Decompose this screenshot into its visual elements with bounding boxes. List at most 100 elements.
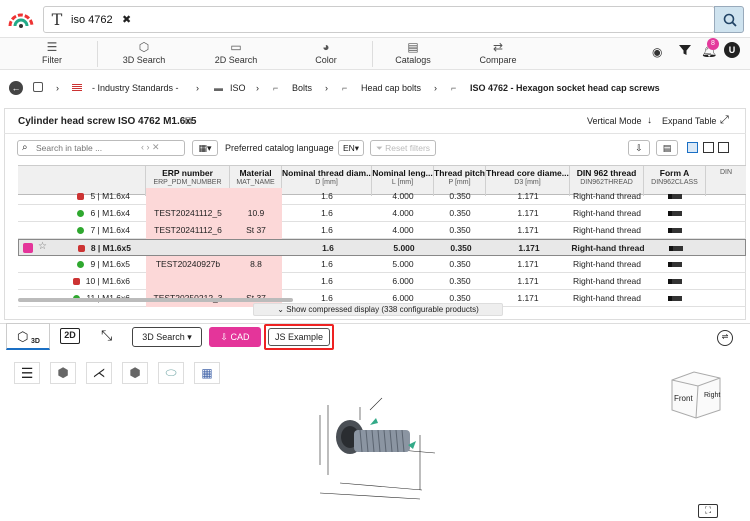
breadcrumb-iso[interactable]: ISO (230, 83, 246, 93)
cylinder-icon[interactable]: ⬭ (158, 362, 184, 384)
cell-d3: 1.171 (517, 259, 539, 269)
list-icon[interactable]: ☰ (14, 362, 40, 384)
js-example-button[interactable]: JS Example (268, 328, 330, 346)
row-name: 7 | M1.6x4 (90, 225, 130, 235)
view-list-icon[interactable] (687, 142, 698, 153)
us-flag-icon (72, 84, 82, 92)
export-icon[interactable]: ⇩ (628, 140, 650, 156)
table-row[interactable]: 10 | M1.6x6 1.6 6.000 0.350 1.171 Right-hand … (18, 273, 746, 290)
cell-erp: TEST20241112_5 (146, 205, 230, 222)
cut-plane-icon[interactable]: ⋌ (86, 362, 112, 384)
home-icon[interactable] (33, 82, 43, 92)
reset-filters-label: Reset filters (385, 143, 431, 153)
available-status-icon (77, 210, 85, 218)
cell-p: 0.350 (449, 191, 471, 201)
fullscreen-icon[interactable]: ⛶ (698, 504, 718, 518)
favorite-star-icon[interactable]: ☆ (38, 241, 47, 252)
table-search-input[interactable] (36, 142, 132, 154)
cell-l: 6.000 (392, 276, 414, 286)
row-name: 10 | M1.6x6 (85, 276, 130, 286)
chevron-right-icon: › (434, 83, 437, 93)
user-avatar[interactable]: U (724, 42, 740, 58)
wireframe-icon[interactable]: ⬢ (50, 362, 76, 384)
available-status-icon (77, 227, 85, 235)
cell-l: 4.000 (392, 208, 414, 218)
cell-l: 5.000 (392, 259, 414, 269)
catalog-icon: ▤ (407, 40, 419, 54)
table-row[interactable]: 8 | M1.6x5 ☆ 1.6 5.000 0.350 1.171 Right-hand … (18, 239, 746, 256)
3d-search-dropdown-label: 3D Search (142, 332, 185, 342)
shaded-cube-icon[interactable]: ⬢ (122, 362, 148, 384)
view-grid-icon[interactable] (703, 142, 714, 153)
table-search-field: ⌕ ‹ › ✕ (17, 140, 185, 156)
copy-icon[interactable]: ⧉ (185, 116, 192, 127)
download-row-icon[interactable] (23, 243, 33, 253)
eye-icon[interactable]: ◉ (652, 45, 662, 59)
vertical-mode-button[interactable]: Vertical Mode (587, 116, 642, 126)
table-row[interactable]: 5 | M1.6x4 1.6 4.000 0.350 1.171 Right-hand t… (18, 188, 746, 205)
cell-d: 1.6 (321, 208, 333, 218)
search-tab-label[interactable]: iso 4762 (71, 14, 113, 26)
cell-d: 1.6 (321, 259, 333, 269)
search-bar[interactable] (43, 6, 715, 33)
tab-2d[interactable]: 2D (60, 328, 80, 344)
screw-thumbnail-icon (644, 256, 706, 273)
cell-l: 4.000 (392, 225, 414, 235)
breadcrumb-bolts[interactable]: Bolts (292, 83, 312, 93)
chevron-right-icon: › (325, 83, 328, 93)
print-icon[interactable]: ▤ (656, 140, 678, 156)
screw-thumbnail-icon (645, 240, 707, 257)
breadcrumb-current: ISO 4762 - Hexagon socket head cap screw… (470, 83, 660, 93)
filter-button[interactable]: ☰ Filter (28, 38, 76, 70)
funnel-icon[interactable] (678, 43, 692, 59)
3d-model-view[interactable] (300, 395, 450, 505)
cad-label: CAD (230, 332, 250, 342)
cube-icon: ⬡ (17, 329, 29, 344)
measure-icon[interactable]: ⤡ (101, 327, 112, 344)
search-button[interactable] (714, 6, 744, 33)
cube-front-label: Front (674, 394, 693, 403)
table-row[interactable]: 6 | M1.6x4 TEST20241112_5 10.9 1.6 4.000 0.35… (18, 205, 746, 222)
3d-search-dropdown[interactable]: 3D Search ▾ (132, 327, 202, 347)
table-icon[interactable]: ▦ (194, 362, 220, 384)
cell-mat (230, 188, 282, 205)
expand-table-button[interactable]: Expand Table (662, 116, 716, 126)
reset-filters-button[interactable]: ⏷ Reset filters (370, 140, 436, 156)
breadcrumb-industry[interactable]: - Industry Standards - (92, 83, 179, 93)
row-name: 6 | M1.6x4 (90, 208, 130, 218)
top-search-bar: T iso 4762 ✖ (0, 0, 750, 38)
breadcrumb-head-cap[interactable]: Head cap bolts (361, 83, 421, 93)
image-icon: ▭ (230, 40, 242, 54)
cell-l: 4.000 (392, 191, 414, 201)
cad-download-button[interactable]: ⇩ CAD (209, 327, 261, 347)
tab-3d[interactable]: ⬡ 3D (6, 323, 50, 350)
chevron-right-icon: › (196, 83, 199, 93)
compare-button[interactable]: ⇄ Compare (473, 38, 523, 70)
2d-search-button[interactable]: ▭ 2D Search (206, 38, 266, 70)
horizontal-scrollbar[interactable] (18, 298, 293, 302)
table-row[interactable]: 9 | M1.6x5 TEST20240927b 8.8 1.6 5.000 0.350 1… (18, 256, 746, 273)
cell-thread: Right-hand thread (572, 293, 642, 303)
back-icon[interactable]: ← (9, 81, 23, 95)
chevron-right-icon: › (256, 83, 259, 93)
3d-search-button[interactable]: ⬡ 3D Search (114, 38, 174, 70)
view-cube[interactable]: Front Right (666, 368, 726, 420)
view-compact-icon[interactable] (718, 142, 729, 153)
available-status-icon (77, 261, 85, 269)
screw-thumbnail-icon (644, 290, 706, 307)
row-name-cell: 7 | M1.6x4 (18, 222, 146, 239)
view-options-icon[interactable]: ⇌ (717, 330, 733, 346)
table-row[interactable]: 7 | M1.6x4 TEST20241112_6 St 37 1.6 4.000 0.3… (18, 222, 746, 239)
color-button[interactable]: ◕ Color (306, 38, 346, 70)
cell-erp (146, 273, 230, 290)
show-compressed-button[interactable]: ⌄ Show compressed display (338 configura… (253, 303, 503, 316)
catalogs-button[interactable]: ▤ Catalogs (388, 38, 438, 70)
row-name: 9 | M1.6x5 (90, 259, 130, 269)
panel-title: Cylinder head screw ISO 4762 M1.6x5 (18, 116, 197, 127)
table-view-select[interactable]: ▦▾ (192, 140, 218, 156)
language-select[interactable]: EN▾ (338, 140, 364, 156)
close-tab-icon[interactable]: ✖ (122, 13, 131, 26)
app-logo-icon[interactable] (6, 8, 36, 30)
screw-thumbnail-icon (644, 273, 706, 290)
expand-icon[interactable]: ⤢ (720, 114, 729, 127)
